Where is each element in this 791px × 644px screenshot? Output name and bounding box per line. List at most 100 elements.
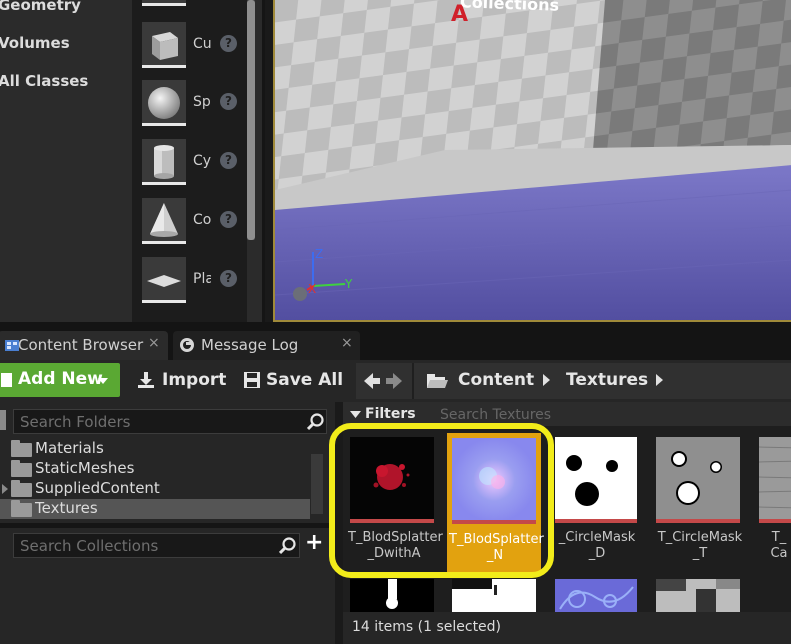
folder-label: SuppliedContent	[35, 479, 160, 497]
panel-grip[interactable]	[0, 410, 6, 430]
breadcrumb-content[interactable]: Content	[458, 370, 534, 390]
sphere-icon	[142, 80, 186, 126]
plane-icon	[142, 257, 186, 303]
filters-button[interactable]: Filters	[365, 406, 416, 422]
axis-label-x: X	[308, 282, 316, 296]
new-file-icon	[1, 373, 12, 387]
folder-icon	[11, 440, 32, 457]
shape-item-cube[interactable]: Cu ?	[140, 22, 246, 72]
asset-tile-row2[interactable]	[555, 579, 637, 612]
item-count-text: 14 items (1 selected)	[352, 619, 502, 635]
shape-label: Cu	[193, 36, 211, 52]
search-icon	[307, 413, 324, 431]
shape-item-sphere[interactable]: Sp ?	[140, 80, 246, 130]
category-geometry[interactable]: Geometry	[0, 0, 81, 14]
tab-content-browser[interactable]: Content Browser ×	[0, 331, 168, 360]
folder-scrollbar[interactable]	[311, 454, 323, 514]
breadcrumb-textures[interactable]: Textures	[566, 370, 648, 390]
place-panel-scrollbar[interactable]	[247, 0, 255, 240]
shape-item-cylinder[interactable]: Cy ?	[140, 139, 246, 189]
tab-close-icon[interactable]: ×	[341, 335, 353, 351]
place-mode-panel: Geometry Volumes All Classes Cu ? Sp ? C…	[0, 0, 265, 322]
viewport-help-icon[interactable]	[293, 287, 307, 301]
shape-item-partial[interactable]	[140, 0, 246, 10]
scrollbar-thumb[interactable]	[247, 0, 255, 240]
breadcrumb-separator-icon[interactable]	[656, 374, 663, 386]
asset-tile[interactable]: _CircleMask _D	[555, 435, 649, 570]
folder-label: StaticMeshes	[35, 459, 135, 477]
save-icon	[244, 372, 260, 388]
folder-open-icon	[427, 374, 448, 388]
shape-label: Pla	[193, 271, 211, 287]
help-icon[interactable]: ?	[220, 270, 237, 287]
axis-gizmo-icon: Z Y X	[306, 247, 353, 296]
help-icon[interactable]: ?	[220, 93, 237, 110]
texture-thumbnail	[555, 437, 637, 521]
folder-item-staticmeshes[interactable]: StaticMeshes	[0, 459, 310, 479]
category-volumes[interactable]: Volumes	[0, 34, 70, 52]
asset-tile-row2[interactable]	[452, 579, 536, 612]
add-new-label: Add New	[18, 369, 103, 389]
cube-icon	[142, 22, 186, 68]
shape-label: Co	[193, 212, 211, 228]
texture-thumbnail	[759, 437, 791, 521]
shape-thumbnail	[142, 0, 186, 6]
tab-label: Message Log	[201, 336, 299, 354]
shape-item-cone[interactable]: Co ?	[140, 198, 246, 248]
search-folders-placeholder: Search Folders	[20, 413, 131, 431]
status-bar: 14 items (1 selected)	[343, 612, 791, 644]
folder-item-materials[interactable]: Materials	[0, 439, 310, 459]
add-collection-icon[interactable]: +	[305, 530, 323, 555]
back-arrow-icon[interactable]	[364, 372, 380, 390]
asset-tile-row2[interactable]	[656, 579, 740, 612]
import-icon	[138, 372, 154, 388]
texture-thumbnail	[656, 437, 740, 521]
tab-close-icon[interactable]: ×	[148, 335, 160, 351]
shape-label: Cy	[193, 153, 211, 169]
asset-name: T_CircleMask _T	[657, 530, 743, 561]
editor-window: Geometry Volumes All Classes Cu ? Sp ? C…	[0, 0, 791, 644]
level-viewport[interactable]: A Collections Z Y X	[273, 0, 791, 322]
add-new-button[interactable]: Add New	[0, 363, 120, 397]
tab-message-log[interactable]: Message Log ×	[173, 331, 360, 360]
folder-icon	[11, 460, 32, 477]
search-folders-input[interactable]: Search Folders	[13, 409, 327, 434]
search-collections-input[interactable]: Search Collections	[13, 533, 300, 558]
texture-type-bar	[555, 519, 637, 523]
panel-splitter[interactable]	[0, 523, 335, 528]
help-icon[interactable]: ?	[220, 152, 237, 169]
help-icon[interactable]: ?	[220, 211, 237, 228]
folder-item-textures[interactable]: Textures	[0, 499, 310, 519]
filter-icon	[350, 411, 361, 418]
highlight-annotation	[329, 423, 554, 578]
forward-arrow-icon[interactable]	[386, 372, 402, 390]
texture-type-bar	[759, 519, 791, 523]
asset-name: _CircleMask _D	[558, 530, 636, 561]
import-label: Import	[162, 370, 227, 390]
expand-arrow-icon[interactable]	[2, 484, 8, 494]
breadcrumb-separator-icon[interactable]	[543, 374, 550, 386]
search-icon	[279, 537, 296, 555]
folder-icon	[11, 500, 32, 517]
axis-label-y: Y	[344, 277, 353, 291]
tab-bar: Content Browser × Message Log ×	[0, 322, 791, 360]
asset-tile[interactable]: T_ Ca	[757, 435, 791, 570]
folder-label: Materials	[35, 439, 104, 457]
save-all-button[interactable]: Save All	[236, 363, 348, 397]
save-all-label: Save All	[266, 370, 344, 390]
asset-tile-row2[interactable]	[350, 579, 434, 612]
asset-tile[interactable]: T_CircleMask _T	[654, 435, 748, 570]
path-breadcrumb: Content Textures	[356, 363, 791, 399]
category-list: Geometry Volumes All Classes	[0, 0, 132, 322]
category-all-classes[interactable]: All Classes	[0, 72, 88, 90]
shape-item-plane[interactable]: Pla ?	[140, 257, 246, 307]
import-button[interactable]: Import	[130, 363, 230, 397]
folder-icon	[11, 480, 32, 497]
folder-item-suppliedcontent[interactable]: SuppliedContent	[0, 479, 310, 499]
tab-label: Content Browser	[18, 336, 144, 354]
folder-label: Textures	[35, 499, 98, 517]
content-browser-toolbar: Add New Import Save All Content Textures	[0, 360, 791, 402]
help-icon[interactable]: ?	[220, 35, 237, 52]
search-textures-input[interactable]: Search Textures	[440, 407, 551, 423]
cylinder-icon	[142, 139, 186, 185]
